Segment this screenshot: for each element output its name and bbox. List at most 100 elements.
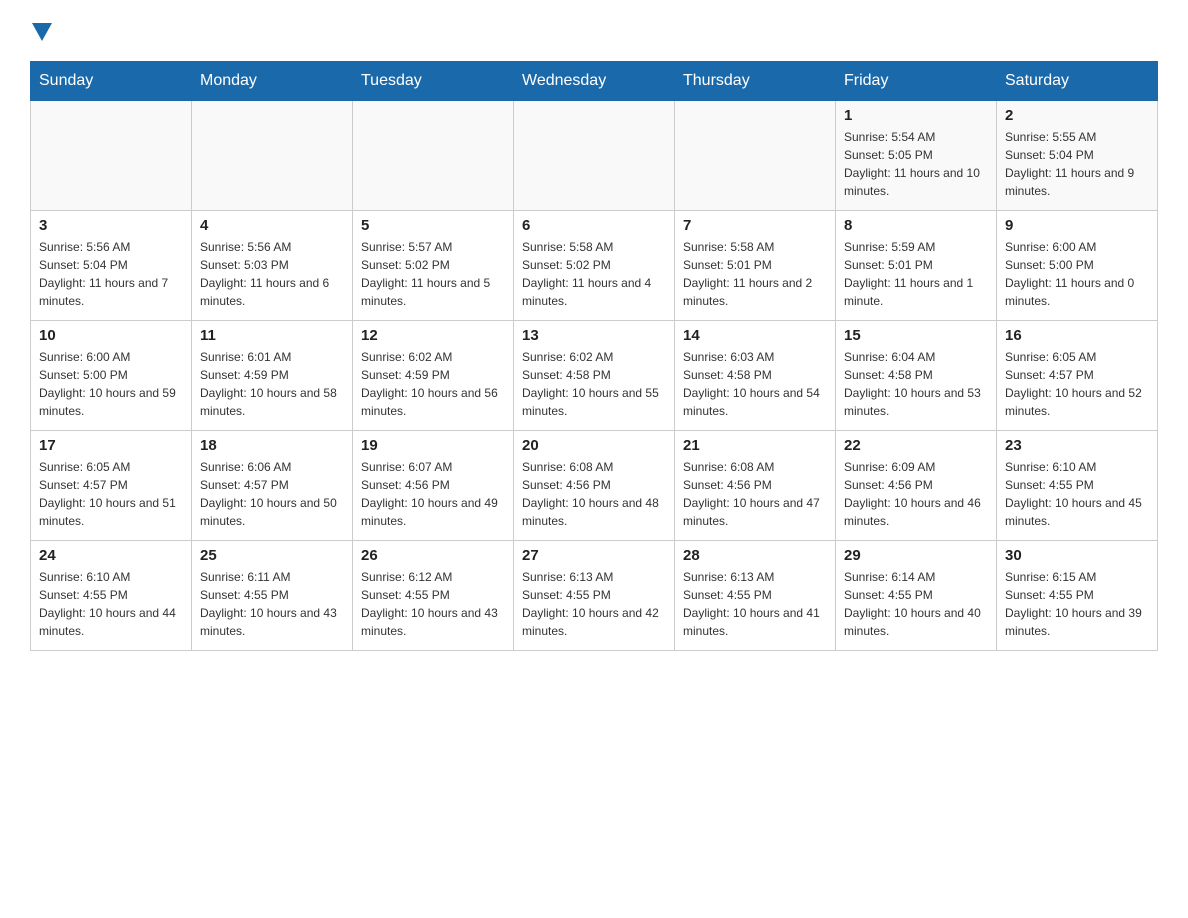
day-info: Sunrise: 6:10 AMSunset: 4:55 PMDaylight:… [39,568,183,640]
calendar-cell: 19 Sunrise: 6:07 AMSunset: 4:56 PMDayligh… [353,431,514,541]
calendar-cell: 11 Sunrise: 6:01 AMSunset: 4:59 PMDayligh… [192,321,353,431]
day-info: Sunrise: 6:00 AMSunset: 5:00 PMDaylight:… [1005,238,1149,310]
calendar-cell [31,101,192,211]
day-number: 30 [1005,547,1149,564]
calendar-cell: 6 Sunrise: 5:58 AMSunset: 5:02 PMDaylight… [514,211,675,321]
weekday-header-wednesday: Wednesday [514,62,675,101]
calendar-week-row: 17Sunrise: 6:05 AMSunset: 4:57 PMDayligh… [31,431,1158,541]
day-number: 3 [39,217,183,234]
calendar-cell: 21 Sunrise: 6:08 AMSunset: 4:56 PMDayligh… [675,431,836,541]
calendar-cell: 14 Sunrise: 6:03 AMSunset: 4:58 PMDayligh… [675,321,836,431]
calendar-cell: 23 Sunrise: 6:10 AMSunset: 4:55 PMDayligh… [997,431,1158,541]
day-info: Sunrise: 6:04 AMSunset: 4:58 PMDaylight:… [844,348,988,420]
day-info: Sunrise: 6:05 AMSunset: 4:57 PMDaylight:… [39,458,183,530]
calendar-week-row: 24Sunrise: 6:10 AMSunset: 4:55 PMDayligh… [31,541,1158,651]
day-number: 13 [522,327,666,344]
day-number: 11 [200,327,344,344]
day-info: Sunrise: 5:55 AMSunset: 5:04 PMDaylight:… [1005,128,1149,200]
day-number: 12 [361,327,505,344]
day-info: Sunrise: 5:58 AMSunset: 5:01 PMDaylight:… [683,238,827,310]
calendar-cell: 10Sunrise: 6:00 AMSunset: 5:00 PMDayligh… [31,321,192,431]
day-number: 25 [200,547,344,564]
calendar-cell: 18 Sunrise: 6:06 AMSunset: 4:57 PMDayligh… [192,431,353,541]
day-number: 6 [522,217,666,234]
day-info: Sunrise: 6:10 AMSunset: 4:55 PMDaylight:… [1005,458,1149,530]
calendar-cell: 3 Sunrise: 5:56 AMSunset: 5:04 PMDaylight… [31,211,192,321]
day-info: Sunrise: 6:15 AMSunset: 4:55 PMDaylight:… [1005,568,1149,640]
day-info: Sunrise: 6:08 AMSunset: 4:56 PMDaylight:… [683,458,827,530]
day-number: 22 [844,437,988,454]
day-number: 29 [844,547,988,564]
calendar-cell: 26 Sunrise: 6:12 AMSunset: 4:55 PMDayligh… [353,541,514,651]
calendar-cell: 5 Sunrise: 5:57 AMSunset: 5:02 PMDaylight… [353,211,514,321]
calendar-cell [514,101,675,211]
calendar-cell: 27 Sunrise: 6:13 AMSunset: 4:55 PMDayligh… [514,541,675,651]
calendar-cell [353,101,514,211]
day-number: 21 [683,437,827,454]
calendar-cell: 2 Sunrise: 5:55 AMSunset: 5:04 PMDaylight… [997,101,1158,211]
day-info: Sunrise: 6:09 AMSunset: 4:56 PMDaylight:… [844,458,988,530]
weekday-header-monday: Monday [192,62,353,101]
calendar-cell: 17Sunrise: 6:05 AMSunset: 4:57 PMDayligh… [31,431,192,541]
day-number: 14 [683,327,827,344]
day-info: Sunrise: 5:57 AMSunset: 5:02 PMDaylight:… [361,238,505,310]
day-info: Sunrise: 5:58 AMSunset: 5:02 PMDaylight:… [522,238,666,310]
day-number: 19 [361,437,505,454]
day-number: 4 [200,217,344,234]
day-number: 23 [1005,437,1149,454]
weekday-header-saturday: Saturday [997,62,1158,101]
day-info: Sunrise: 5:56 AMSunset: 5:04 PMDaylight:… [39,238,183,310]
day-number: 1 [844,107,988,124]
day-info: Sunrise: 5:59 AMSunset: 5:01 PMDaylight:… [844,238,988,310]
calendar-cell: 25Sunrise: 6:11 AMSunset: 4:55 PMDayligh… [192,541,353,651]
day-number: 15 [844,327,988,344]
day-info: Sunrise: 6:08 AMSunset: 4:56 PMDaylight:… [522,458,666,530]
day-number: 9 [1005,217,1149,234]
calendar-cell: 8 Sunrise: 5:59 AMSunset: 5:01 PMDaylight… [836,211,997,321]
calendar-week-row: 1 Sunrise: 5:54 AMSunset: 5:05 PMDaylight… [31,101,1158,211]
calendar-cell: 20 Sunrise: 6:08 AMSunset: 4:56 PMDayligh… [514,431,675,541]
day-number: 26 [361,547,505,564]
calendar-cell: 4 Sunrise: 5:56 AMSunset: 5:03 PMDaylight… [192,211,353,321]
day-number: 8 [844,217,988,234]
day-info: Sunrise: 6:13 AMSunset: 4:55 PMDaylight:… [522,568,666,640]
calendar-cell: 16Sunrise: 6:05 AMSunset: 4:57 PMDayligh… [997,321,1158,431]
day-info: Sunrise: 6:13 AMSunset: 4:55 PMDaylight:… [683,568,827,640]
day-info: Sunrise: 6:07 AMSunset: 4:56 PMDaylight:… [361,458,505,530]
logo-triangle-icon [32,23,52,41]
calendar-cell: 28Sunrise: 6:13 AMSunset: 4:55 PMDayligh… [675,541,836,651]
calendar-cell: 13 Sunrise: 6:02 AMSunset: 4:58 PMDayligh… [514,321,675,431]
calendar-cell: 7 Sunrise: 5:58 AMSunset: 5:01 PMDaylight… [675,211,836,321]
weekday-header-sunday: Sunday [31,62,192,101]
calendar-cell: 22 Sunrise: 6:09 AMSunset: 4:56 PMDayligh… [836,431,997,541]
day-number: 5 [361,217,505,234]
weekday-header-friday: Friday [836,62,997,101]
day-info: Sunrise: 6:12 AMSunset: 4:55 PMDaylight:… [361,568,505,640]
calendar-cell [675,101,836,211]
calendar-cell: 15 Sunrise: 6:04 AMSunset: 4:58 PMDayligh… [836,321,997,431]
day-info: Sunrise: 6:02 AMSunset: 4:58 PMDaylight:… [522,348,666,420]
day-number: 7 [683,217,827,234]
day-number: 18 [200,437,344,454]
calendar-cell: 29 Sunrise: 6:14 AMSunset: 4:55 PMDayligh… [836,541,997,651]
day-info: Sunrise: 5:56 AMSunset: 5:03 PMDaylight:… [200,238,344,310]
weekday-header-tuesday: Tuesday [353,62,514,101]
day-number: 20 [522,437,666,454]
day-number: 27 [522,547,666,564]
day-info: Sunrise: 5:54 AMSunset: 5:05 PMDaylight:… [844,128,988,200]
day-number: 2 [1005,107,1149,124]
day-info: Sunrise: 6:01 AMSunset: 4:59 PMDaylight:… [200,348,344,420]
day-info: Sunrise: 6:03 AMSunset: 4:58 PMDaylight:… [683,348,827,420]
logo [30,20,52,41]
day-info: Sunrise: 6:06 AMSunset: 4:57 PMDaylight:… [200,458,344,530]
calendar-cell: 1 Sunrise: 5:54 AMSunset: 5:05 PMDaylight… [836,101,997,211]
calendar-cell: 30 Sunrise: 6:15 AMSunset: 4:55 PMDayligh… [997,541,1158,651]
calendar-week-row: 3 Sunrise: 5:56 AMSunset: 5:04 PMDaylight… [31,211,1158,321]
calendar-header-row: SundayMondayTuesdayWednesdayThursdayFrid… [31,62,1158,101]
calendar-cell [192,101,353,211]
calendar-cell: 9 Sunrise: 6:00 AMSunset: 5:00 PMDaylight… [997,211,1158,321]
calendar-cell: 12 Sunrise: 6:02 AMSunset: 4:59 PMDayligh… [353,321,514,431]
day-info: Sunrise: 6:14 AMSunset: 4:55 PMDaylight:… [844,568,988,640]
day-info: Sunrise: 6:02 AMSunset: 4:59 PMDaylight:… [361,348,505,420]
calendar-cell: 24Sunrise: 6:10 AMSunset: 4:55 PMDayligh… [31,541,192,651]
